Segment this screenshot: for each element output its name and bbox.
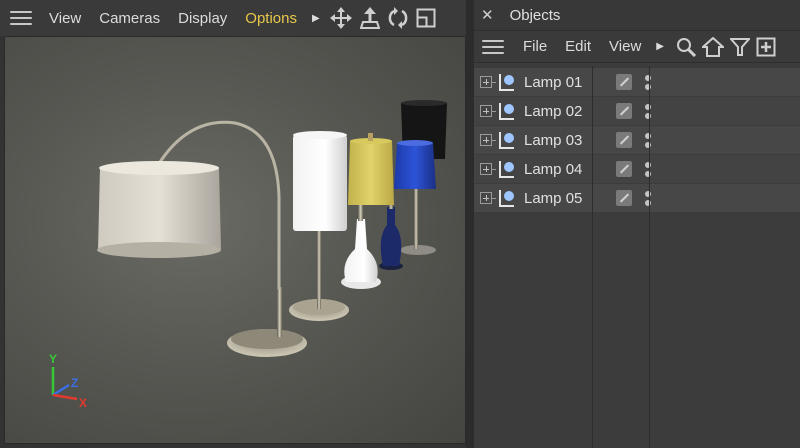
objects-titlebar: ✕ Objects — [474, 0, 800, 31]
move-icon[interactable] — [329, 7, 352, 29]
lamp-object-icon — [498, 188, 516, 208]
edit-layer-icon[interactable] — [616, 132, 632, 148]
expand-icon[interactable] — [480, 163, 492, 175]
axis-gizmo: Y Z X — [49, 352, 87, 410]
rotate-icon[interactable] — [388, 7, 408, 29]
lamp-02-model[interactable] — [289, 131, 349, 321]
lamp-object-icon — [498, 130, 516, 150]
visibility-dots-icon[interactable] — [644, 161, 652, 177]
menu-cameras[interactable]: Cameras — [99, 10, 160, 27]
home-icon[interactable] — [701, 36, 724, 57]
search-icon[interactable] — [676, 37, 696, 57]
object-row-lamp-01[interactable]: Lamp 01 — [474, 68, 800, 96]
axis-y-label: Y — [49, 352, 57, 366]
menu-view[interactable]: View — [49, 10, 81, 27]
lamp-01-model[interactable] — [97, 120, 307, 357]
menu-display[interactable]: Display — [178, 10, 227, 27]
menu-view[interactable]: View — [609, 38, 641, 55]
panel-divider[interactable] — [466, 0, 474, 448]
object-label[interactable]: Lamp 04 — [524, 161, 602, 178]
lamp-object-icon — [498, 159, 516, 179]
visibility-dots-icon[interactable] — [644, 190, 652, 206]
visibility-dots-icon[interactable] — [644, 132, 652, 148]
lamp-object-icon — [498, 101, 516, 121]
viewport-menubar: View Cameras Display Options ▶ — [0, 0, 470, 36]
object-row-lamp-02[interactable]: Lamp 02 — [474, 97, 800, 125]
menu-options[interactable]: Options — [245, 10, 297, 27]
object-row-lamp-05[interactable]: Lamp 05 — [474, 184, 800, 212]
lamp-object-icon — [498, 72, 516, 92]
expand-icon[interactable] — [480, 105, 492, 117]
scene-render: Y Z X — [49, 100, 447, 410]
objects-panel: ✕ Objects File Edit View ▶ Lamp 01 Lamp … — [474, 0, 800, 448]
objects-panel-menu-icon[interactable] — [482, 39, 504, 54]
edit-layer-icon[interactable] — [616, 74, 632, 90]
menu-edit[interactable]: Edit — [565, 38, 591, 55]
menu-more-arrow-icon[interactable]: ▶ — [312, 13, 320, 24]
object-label[interactable]: Lamp 02 — [524, 103, 602, 120]
object-list: Lamp 01 Lamp 02 Lamp 03 Lamp 04 Lamp 05 — [474, 66, 800, 448]
maximize-icon[interactable] — [416, 7, 436, 29]
filter-icon[interactable] — [729, 37, 750, 57]
expand-icon[interactable] — [480, 134, 492, 146]
axis-x-label: X — [79, 396, 87, 410]
objects-more-arrow-icon[interactable]: ▶ — [656, 41, 664, 52]
viewport-panel: View Cameras Display Options ▶ Y Z X — [0, 0, 470, 448]
object-label[interactable]: Lamp 03 — [524, 132, 602, 149]
object-row-lamp-03[interactable]: Lamp 03 — [474, 126, 800, 154]
zoom-icon[interactable] — [359, 7, 380, 29]
object-row-lamp-04[interactable]: Lamp 04 — [474, 155, 800, 183]
visibility-dots-icon[interactable] — [644, 103, 652, 119]
visibility-dots-icon[interactable] — [644, 74, 652, 90]
edit-layer-icon[interactable] — [616, 161, 632, 177]
edit-layer-icon[interactable] — [616, 190, 632, 206]
objects-menubar: File Edit View ▶ — [474, 31, 800, 63]
expand-icon[interactable] — [480, 192, 492, 204]
panel-title: Objects — [509, 6, 561, 24]
column-divider[interactable] — [592, 66, 593, 448]
column-divider[interactable] — [649, 66, 650, 448]
menu-file[interactable]: File — [523, 38, 547, 55]
axis-z-label: Z — [71, 376, 78, 390]
new-window-icon[interactable] — [756, 37, 776, 57]
viewport-panel-menu-icon[interactable] — [10, 11, 32, 25]
object-label[interactable]: Lamp 01 — [524, 74, 602, 91]
close-icon[interactable]: ✕ — [481, 6, 494, 24]
edit-layer-icon[interactable] — [616, 103, 632, 119]
object-label[interactable]: Lamp 05 — [524, 190, 602, 207]
viewport-canvas[interactable]: Y Z X — [4, 36, 466, 444]
expand-icon[interactable] — [480, 76, 492, 88]
